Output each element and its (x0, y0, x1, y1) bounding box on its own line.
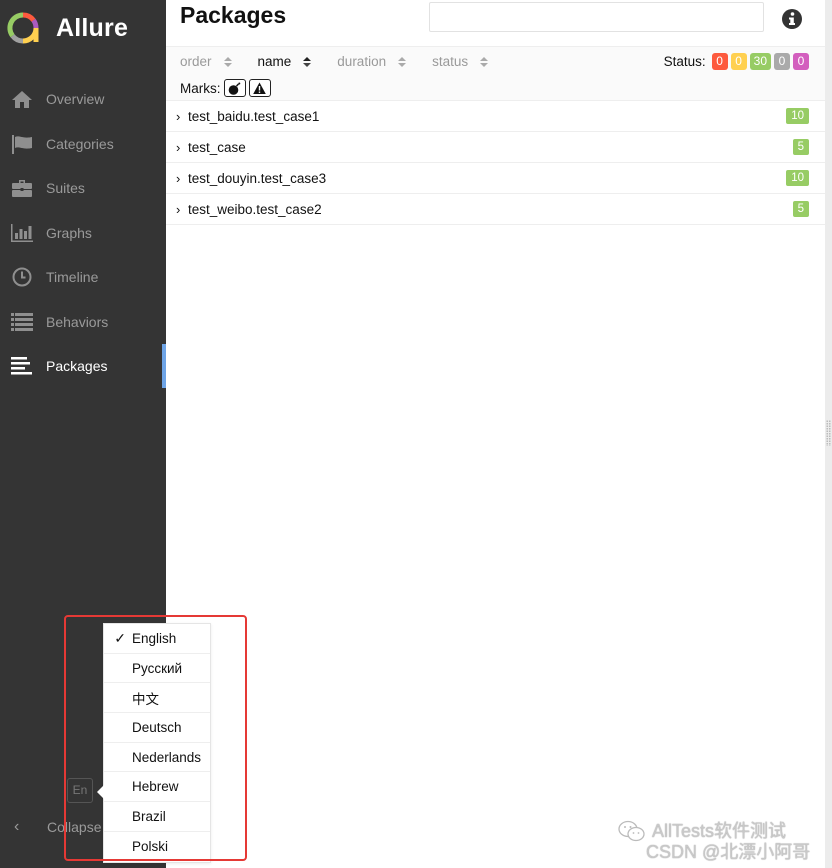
status-label: Status: (663, 54, 706, 69)
package-name: test_case (188, 139, 246, 155)
sidebar-item-label: Behaviors (46, 313, 109, 330)
collapse-label: Collapse (47, 819, 102, 835)
language-label: Русский (132, 660, 183, 676)
sorter-label: name (257, 54, 292, 69)
sidebar-item-packages[interactable]: Packages (0, 344, 166, 389)
sidebar-item-label: Categories (46, 135, 114, 152)
language-option-brazil[interactable]: Brazil (104, 802, 210, 832)
chevron-right-icon: › (176, 201, 181, 217)
tree-row[interactable]: › test_weibo.test_case2 5 (166, 194, 825, 225)
sidebar-item-overview[interactable]: Overview (0, 77, 166, 122)
sort-by-order[interactable]: order (180, 54, 232, 69)
language-label: Polski (132, 839, 169, 855)
sidebar-item-label: Packages (46, 358, 108, 375)
passed-count-badge: 10 (786, 170, 809, 186)
collapse-button[interactable]: ‹ Collapse (14, 818, 101, 836)
language-option-german[interactable]: Deutsch (104, 713, 210, 743)
resize-handle[interactable] (826, 420, 831, 446)
package-tree: › test_baidu.test_case1 10 › test_case 5… (166, 101, 825, 225)
allure-logo-icon (7, 12, 39, 44)
package-name: test_douyin.test_case3 (188, 170, 327, 186)
language-label: Deutsch (132, 719, 182, 735)
marks-filter: Marks: (180, 79, 271, 97)
check-icon: ✓ (114, 629, 126, 646)
app-name: Allure (56, 13, 129, 42)
sidebar-item-label: Timeline (46, 269, 99, 286)
chevron-right-icon: › (176, 139, 181, 155)
flaky-filter-button[interactable] (223, 79, 246, 97)
sort-by-duration[interactable]: duration (337, 54, 407, 69)
language-option-english[interactable]: ✓ English (104, 624, 210, 654)
toolbar: order name duration status Marks: Status… (166, 46, 825, 101)
sorter-label: order (180, 54, 212, 69)
sort-arrows-icon (480, 56, 489, 67)
sidebar-item-timeline[interactable]: Timeline (0, 255, 166, 300)
language-menu: ✓ English Русский 中文 Deutsch Nederlands … (97, 623, 211, 863)
allure-report-app: Allure Overview Categories Suites Graphs (0, 0, 832, 868)
sidebar-item-categories[interactable]: Categories (0, 122, 166, 167)
sort-arrows-icon (223, 56, 232, 67)
sort-by-name[interactable]: name (258, 54, 312, 69)
language-select-button[interactable]: En (67, 778, 93, 803)
chevron-right-icon: › (176, 170, 181, 186)
clock-icon (10, 267, 34, 287)
brand[interactable]: Allure (6, 9, 128, 47)
marks-label: Marks: (180, 80, 221, 96)
passed-count-badge: 5 (792, 139, 809, 155)
sidebar-nav: Overview Categories Suites Graphs Timeli… (0, 77, 166, 389)
sidebar-item-graphs[interactable]: Graphs (0, 211, 166, 256)
sidebar-item-suites[interactable]: Suites (0, 166, 166, 211)
sort-by-status[interactable]: status (432, 54, 489, 69)
warning-filter-button[interactable] (248, 79, 271, 97)
language-label: English (132, 630, 177, 646)
language-option-dutch[interactable]: Nederlands (104, 743, 210, 773)
align-left-icon (10, 356, 34, 376)
tree-row[interactable]: › test_baidu.test_case1 10 (166, 101, 825, 132)
status-filter: Status: 0 0 30 0 0 (664, 53, 809, 70)
package-name: test_weibo.test_case2 (188, 201, 322, 217)
sort-arrows-icon (398, 56, 407, 67)
status-badge-skipped[interactable]: 0 (774, 53, 790, 70)
warning-icon (253, 82, 266, 94)
sorters: order name duration status (180, 54, 514, 69)
flag-icon (10, 134, 34, 154)
sidebar-item-behaviors[interactable]: Behaviors (0, 300, 166, 345)
chevron-right-icon: › (176, 108, 181, 124)
info-icon[interactable] (782, 9, 802, 29)
sort-arrows-icon (303, 56, 312, 67)
page-title: Packages (180, 2, 287, 28)
sidebar-item-label: Graphs (46, 224, 92, 241)
language-option-hebrew[interactable]: Hebrew (104, 772, 210, 803)
chevron-left-icon: ‹ (14, 818, 20, 835)
sidebar-item-label: Suites (46, 180, 85, 197)
passed-count-badge: 5 (792, 201, 809, 217)
home-icon (10, 89, 34, 109)
main-content: Packages order name duration status Mark… (166, 0, 825, 868)
tree-row[interactable]: › test_douyin.test_case3 10 (166, 163, 825, 194)
sorter-label: status (432, 54, 469, 69)
briefcase-icon (10, 178, 34, 198)
search-input[interactable] (429, 2, 764, 32)
language-label: Brazil (132, 808, 166, 824)
tree-row[interactable]: › test_case 5 (166, 132, 825, 163)
language-label: Hebrew (132, 779, 179, 795)
passed-count-badge: 10 (786, 108, 809, 124)
status-badge-broken[interactable]: 0 (730, 53, 747, 70)
list-icon (10, 312, 34, 332)
bar-chart-icon (10, 223, 34, 243)
sidebar-item-label: Overview (46, 91, 105, 108)
language-option-russian[interactable]: Русский (104, 654, 210, 684)
status-badge-passed[interactable]: 30 (749, 53, 771, 70)
package-name: test_baidu.test_case1 (188, 108, 320, 124)
sorter-label: duration (337, 54, 387, 69)
language-label: 中文 (132, 691, 159, 707)
status-badge-unknown[interactable]: 0 (793, 53, 809, 70)
scrollbar[interactable] (825, 0, 832, 868)
bomb-icon (228, 82, 241, 95)
status-badge-failed[interactable]: 0 (711, 53, 728, 70)
language-option-polish[interactable]: Polski (104, 832, 210, 862)
language-label: Nederlands (132, 749, 202, 765)
language-option-chinese[interactable]: 中文 (104, 683, 210, 714)
